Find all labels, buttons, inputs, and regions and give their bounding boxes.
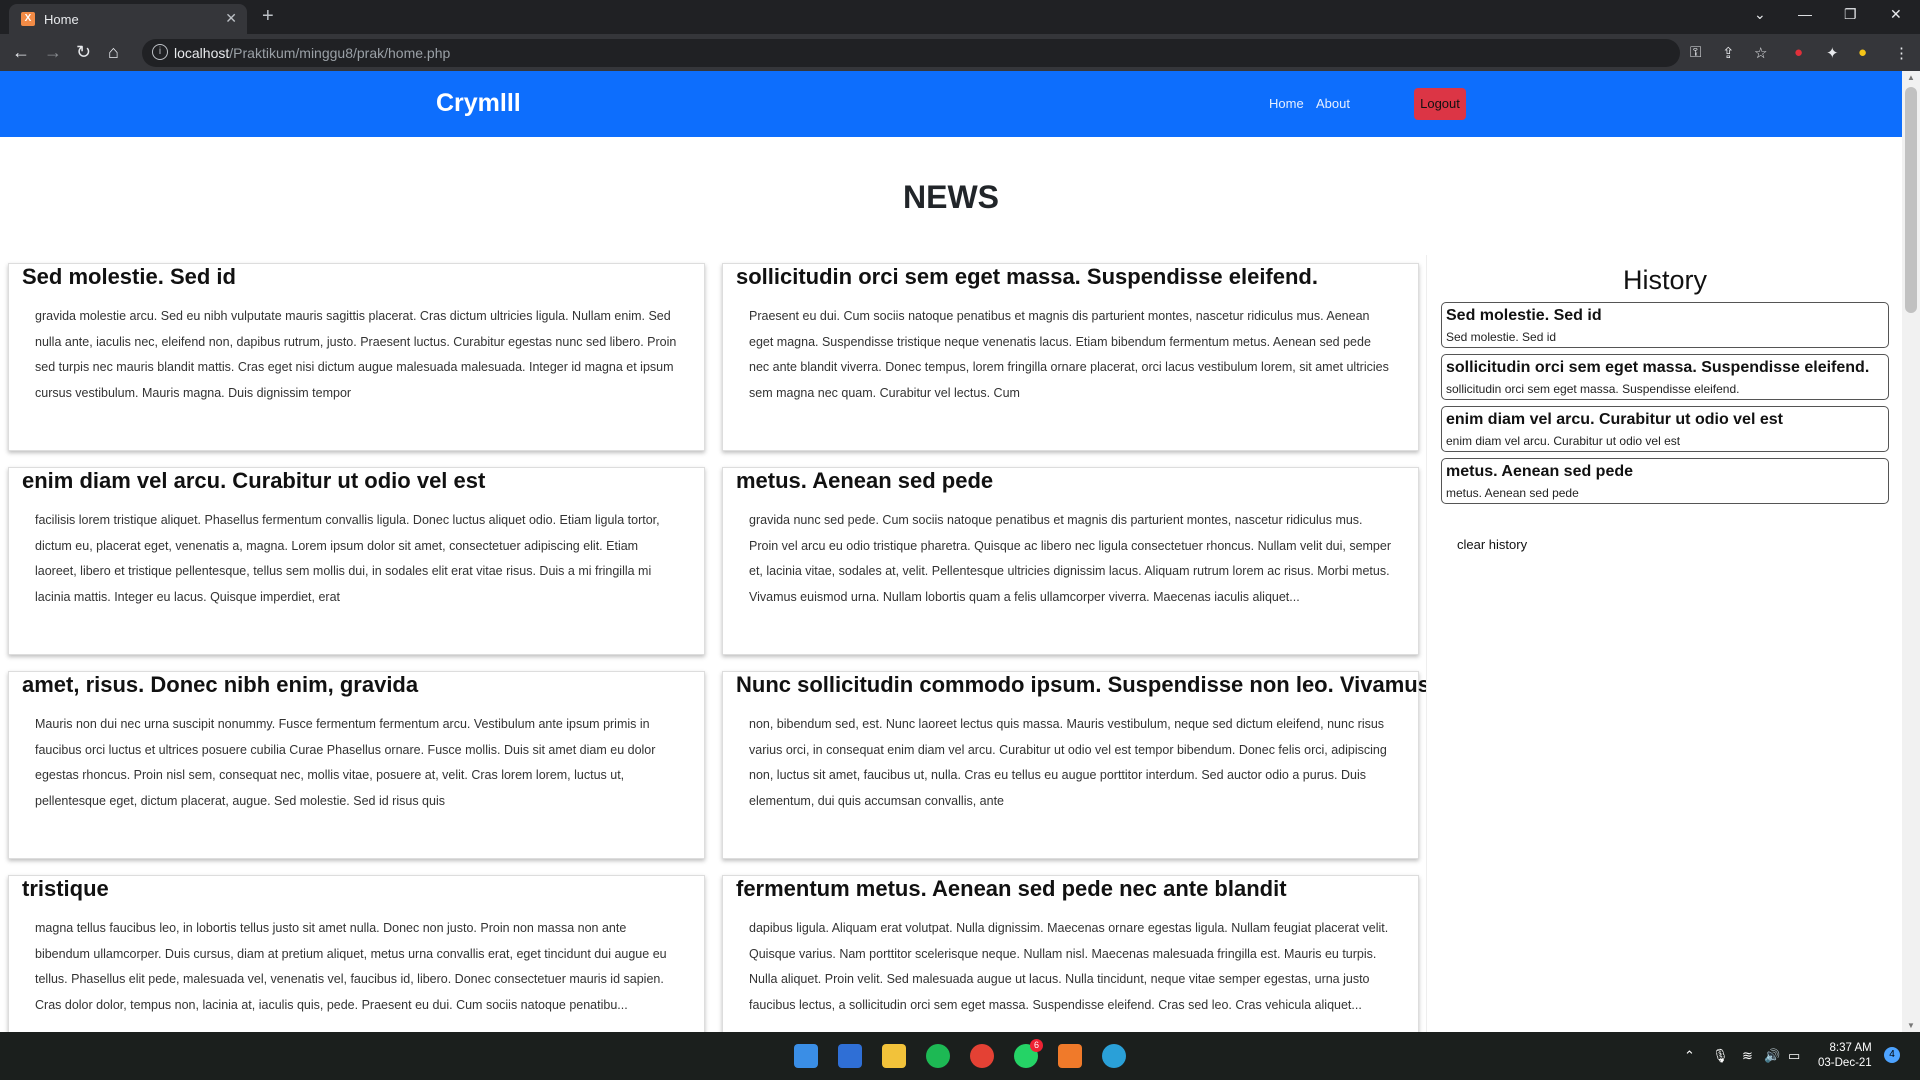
history-title: History: [1622, 265, 1707, 295]
notification-count[interactable]: 4: [1884, 1047, 1900, 1063]
news-card-title: sollicitudin orci sem eget massa. Suspen…: [736, 264, 1318, 289]
scrollbar-thumb[interactable]: [1905, 87, 1917, 313]
news-card-body: facilisis lorem tristique aliquet. Phase…: [35, 513, 660, 604]
history-item[interactable]: Sed molestie. Sed id Sed molestie. Sed i…: [1441, 302, 1889, 348]
file-explorer-icon[interactable]: [882, 1044, 906, 1068]
history-item[interactable]: enim diam vel arcu. Curabitur ut odio ve…: [1441, 406, 1889, 452]
scroll-up-icon[interactable]: ▲: [1907, 73, 1915, 82]
news-card-body: Praesent eu dui. Cum sociis natoque pena…: [749, 309, 1389, 400]
news-card[interactable]: enim diam vel arcu. Curabitur ut odio ve…: [8, 467, 705, 655]
battery-icon[interactable]: ▭: [1788, 1048, 1800, 1064]
news-card-title: fermentum metus. Aenean sed pede nec ant…: [736, 876, 1287, 901]
whatsapp-badge: 6: [1030, 1039, 1043, 1052]
restore-icon[interactable]: ❐: [1844, 6, 1857, 23]
news-card-body: gravida nunc sed pede. Cum sociis natoqu…: [749, 513, 1391, 604]
history-item-title: sollicitudin orci sem eget massa. Suspen…: [1446, 359, 1870, 376]
scroll-down-icon[interactable]: ▼: [1907, 1021, 1915, 1030]
page-scrollbar[interactable]: ▲ ▼: [1902, 71, 1920, 1032]
clear-history-link[interactable]: clear history: [1457, 537, 1527, 552]
xampp-icon[interactable]: [1058, 1044, 1082, 1068]
share-icon[interactable]: ⇪: [1722, 44, 1735, 62]
history-item-subtitle: enim diam vel arcu. Curabitur ut odio ve…: [1446, 434, 1681, 448]
clock-date: 03-Dec-21: [1818, 1057, 1872, 1069]
tab-title: Home: [44, 12, 79, 27]
news-card-body: magna tellus faucibus leo, in lobortis t…: [35, 921, 667, 1012]
clock[interactable]: 8:37 AM 03-Dec-21: [1818, 1041, 1872, 1071]
browser-toolbar: ← → ↻ ⌂ i localhost/Praktikum/minggu8/pr…: [0, 34, 1920, 71]
address-bar[interactable]: i localhost/Praktikum/minggu8/prak/home.…: [142, 39, 1680, 67]
widgets-icon[interactable]: [838, 1044, 862, 1068]
history-item-title: metus. Aenean sed pede: [1446, 463, 1634, 480]
news-card-title: metus. Aenean sed pede: [736, 468, 994, 493]
wifi-icon[interactable]: ≋: [1742, 1048, 1753, 1064]
news-card-body: non, bibendum sed, est. Nunc laoreet lec…: [749, 717, 1387, 808]
chrome-icon[interactable]: [970, 1044, 994, 1068]
browser-tab-bar: X Home ✕ + ⌄ — ❐ ✕: [0, 0, 1920, 34]
globe-app-icon[interactable]: [1102, 1044, 1126, 1068]
history-item[interactable]: metus. Aenean sed pede metus. Aenean sed…: [1441, 458, 1889, 504]
news-card-body: gravida molestie arcu. Sed eu nibh vulpu…: [35, 309, 677, 400]
microphone-icon[interactable]: 🎙: [1712, 1048, 1729, 1064]
extensions-puzzle-icon[interactable]: ✦: [1826, 44, 1839, 62]
news-card-body: Mauris non dui nec urna suscipit nonummy…: [35, 717, 656, 808]
page-title: NEWS: [903, 179, 999, 215]
back-icon[interactable]: ←: [12, 42, 30, 63]
os-taskbar: 6 ⌃ 🎙 ≋ 🔊 ▭ 8:37 AM 03-Dec-21 4: [0, 1032, 1920, 1080]
tab-close-icon[interactable]: ✕: [225, 10, 237, 27]
site-navbar: Crymlll Home About Logout: [0, 71, 1902, 137]
extension-red-icon[interactable]: ●: [1794, 44, 1803, 61]
news-card[interactable]: amet, risus. Donec nibh enim, gravida Ma…: [8, 671, 705, 859]
news-card[interactable]: Nunc sollicitudin commodo ipsum. Suspend…: [722, 671, 1430, 859]
news-card[interactable]: sollicitudin orci sem eget massa. Suspen…: [722, 263, 1419, 451]
news-card-title: Nunc sollicitudin commodo ipsum. Suspend…: [736, 672, 1430, 697]
volume-icon[interactable]: 🔊: [1764, 1048, 1780, 1064]
brand[interactable]: Crymlll: [436, 89, 521, 118]
bookmark-star-icon[interactable]: ☆: [1754, 44, 1767, 62]
xampp-favicon-icon: X: [21, 12, 35, 26]
window-close-icon[interactable]: ✕: [1890, 6, 1902, 23]
news-card[interactable]: Sed molestie. Sed id gravida molestie ar…: [8, 263, 705, 451]
minimize-icon[interactable]: —: [1798, 6, 1812, 22]
news-card[interactable]: metus. Aenean sed pede gravida nunc sed …: [722, 467, 1419, 655]
nav-link-about[interactable]: About: [1316, 96, 1350, 111]
forward-icon[interactable]: →: [44, 42, 62, 63]
url-text: localhost/Praktikum/minggu8/prak/home.ph…: [174, 45, 451, 61]
history-item[interactable]: sollicitudin orci sem eget massa. Suspen…: [1441, 354, 1889, 400]
clock-time: 8:37 AM: [1829, 1042, 1872, 1054]
news-card-title: amet, risus. Donec nibh enim, gravida: [22, 672, 419, 697]
logout-button[interactable]: Logout: [1414, 88, 1466, 120]
menu-icon[interactable]: ⋮: [1894, 44, 1909, 62]
history-item-title: enim diam vel arcu. Curabitur ut odio ve…: [1446, 411, 1783, 428]
browser-tab[interactable]: X Home ✕: [9, 4, 247, 34]
spotify-icon[interactable]: [926, 1044, 950, 1068]
news-card[interactable]: fermentum metus. Aenean sed pede nec ant…: [722, 875, 1419, 1032]
new-tab-icon[interactable]: +: [262, 5, 274, 28]
history-item-title: Sed molestie. Sed id: [1446, 307, 1602, 324]
history-item-subtitle: sollicitudin orci sem eget massa. Suspen…: [1446, 382, 1740, 396]
nav-link-home[interactable]: Home: [1269, 96, 1304, 111]
page-viewport: Crymlll Home About Logout NEWS Sed moles…: [0, 71, 1902, 1032]
tab-search-icon[interactable]: ⌄: [1754, 6, 1766, 23]
history-item-subtitle: metus. Aenean sed pede: [1446, 486, 1579, 500]
start-icon[interactable]: [794, 1044, 818, 1068]
home-icon[interactable]: ⌂: [108, 42, 119, 63]
news-card[interactable]: tristique magna tellus faucibus leo, in …: [8, 875, 705, 1032]
history-sidebar: History Sed molestie. Sed id Sed molesti…: [1426, 255, 1902, 1032]
news-card-title: Sed molestie. Sed id: [22, 264, 236, 289]
site-info-icon[interactable]: i: [152, 44, 168, 60]
history-item-subtitle: Sed molestie. Sed id: [1446, 330, 1557, 344]
tray-overflow-icon[interactable]: ⌃: [1684, 1048, 1695, 1064]
news-card-title: tristique: [22, 876, 109, 901]
reload-icon[interactable]: ↻: [76, 42, 91, 63]
news-card-body: dapibus ligula. Aliquam erat volutpat. N…: [749, 921, 1389, 1012]
profile-avatar-icon[interactable]: ●: [1858, 44, 1867, 61]
news-card-title: enim diam vel arcu. Curabitur ut odio ve…: [22, 468, 486, 493]
key-icon[interactable]: ⚿: [1690, 44, 1701, 61]
